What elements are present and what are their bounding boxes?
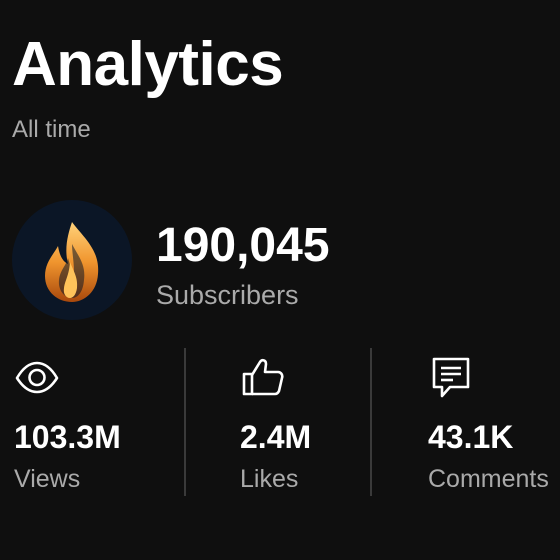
stat-comments[interactable]: 43.1K Comments [428, 354, 558, 504]
stat-divider [370, 348, 372, 496]
analytics-screen: Analytics All time 190,045 Subscribers 1… [0, 0, 560, 560]
views-label: Views [14, 465, 81, 493]
likes-value: 2.4M [240, 419, 312, 455]
page-title: Analytics [12, 30, 284, 99]
stat-divider [184, 348, 186, 496]
subscriber-count: 190,045 [156, 219, 330, 272]
stat-likes[interactable]: 2.4M Likes [240, 354, 360, 504]
thumbs-up-icon [240, 354, 286, 400]
channel-avatar[interactable] [12, 200, 132, 320]
likes-label: Likes [240, 465, 299, 493]
period-label: All time [12, 116, 91, 143]
stat-views[interactable]: 103.3M Views [14, 354, 174, 504]
eye-icon [14, 354, 60, 400]
flame-logo-icon [45, 222, 99, 302]
views-value: 103.3M [14, 419, 121, 455]
comments-value: 43.1K [428, 419, 514, 455]
comments-label: Comments [428, 465, 549, 493]
comment-icon [428, 354, 474, 400]
subscriber-label: Subscribers [156, 280, 299, 310]
